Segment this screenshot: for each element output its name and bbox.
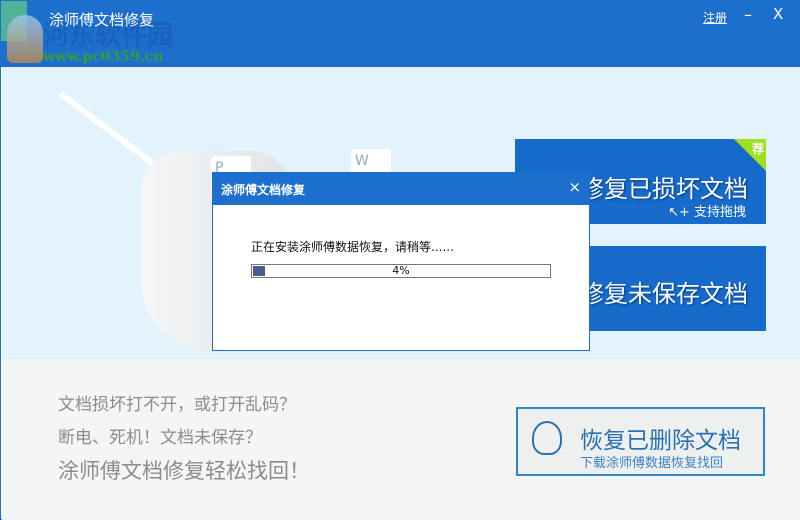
dialog-header: 涂师傅文档修复 × [213,173,589,205]
progress-bar: 4% [251,264,551,278]
install-progress-dialog: 涂师傅文档修复 × 正在安装涂师傅数据恢复，请稍等...... 4% [212,172,590,351]
register-link[interactable]: 注册 [703,9,727,26]
watermark-logo-icon [7,15,43,63]
watermark-url: www.pc0359.cn [43,49,164,65]
dialog-message: 正在安装涂师傅数据恢复，请稍等...... [251,240,454,254]
card-title: 修复已损坏文档 [580,175,748,203]
recommend-badge-text: 荐 [751,142,764,156]
dialog-title: 涂师傅文档修复 [221,183,306,197]
recover-title: 恢复已删除文档 [580,428,741,454]
card-title: 修复未保存文档 [580,280,748,308]
app-window: 河东软件园 www.pc0359.cn 涂师傅文档修复 注册 – X P W 荐… [0,0,800,520]
progress-label: 4% [392,264,410,277]
title-bar: 河东软件园 www.pc0359.cn 涂师傅文档修复 注册 – X [1,1,800,67]
card-subtitle: ↖+ 支持拖拽 [668,205,746,220]
promo-line-3: 涂师傅文档修复轻松找回！ [58,459,310,483]
promo-line-2: 断电、死机！文档未保存？ [58,428,262,448]
recover-subtitle: 下载涂师傅数据恢复找回 [580,456,724,471]
minimize-button[interactable]: – [744,5,752,24]
promo-line-1: 文档损坏打不开，或打开乱码？ [58,395,296,415]
window-title: 涂师傅文档修复 [49,11,155,29]
dialog-close-button[interactable]: × [568,178,581,196]
recover-deleted-button[interactable]: 恢复已删除文档 下载涂师傅数据恢复找回 [516,407,765,476]
lightbulb-icon [532,421,562,455]
close-button[interactable]: X [773,5,783,23]
